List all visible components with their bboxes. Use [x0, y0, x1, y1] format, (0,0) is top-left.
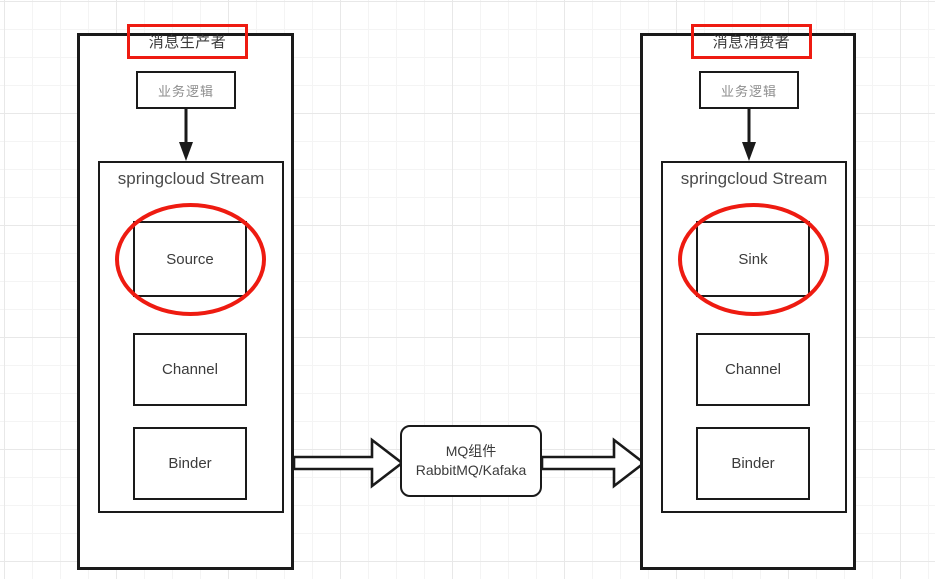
consumer-business-logic-label: 业务逻辑 [720, 83, 777, 99]
mq-line-1: MQ组件 [445, 443, 497, 460]
producer-title-highlight: 消息生产者 [127, 24, 248, 59]
producer-source-box: Source [133, 221, 247, 297]
consumer-sink-label: Sink [738, 250, 768, 268]
flow-arrow-mq-to-consumer [542, 437, 647, 489]
consumer-channel-label: Channel [725, 361, 781, 378]
producer-source-label: Source [166, 250, 214, 268]
consumer-binder-label: Binder [731, 455, 775, 472]
producer-business-logic-label: 业务逻辑 [157, 83, 214, 99]
producer-binder-label: Binder [168, 455, 212, 472]
producer-channel-box: Channel [133, 333, 247, 406]
consumer-title-text: 消息消费者 [712, 34, 791, 51]
flow-arrow-producer-to-mq [294, 437, 404, 489]
producer-business-logic-box: 业务逻辑 [136, 71, 236, 109]
producer-title-text: 消息生产者 [148, 34, 227, 51]
producer-channel-label: Channel [162, 361, 218, 378]
producer-stream-label: springcloud Stream [117, 169, 265, 188]
producer-binder-box: Binder [133, 427, 247, 500]
consumer-channel-box: Channel [696, 333, 810, 406]
consumer-stream-label: springcloud Stream [680, 169, 828, 188]
consumer-down-arrow [742, 109, 756, 161]
mq-middleware-box: MQ组件 RabbitMQ/Kafaka [400, 425, 542, 497]
consumer-title-highlight: 消息消费者 [691, 24, 812, 59]
consumer-sink-box: Sink [696, 221, 810, 297]
producer-down-arrow [179, 109, 193, 161]
consumer-business-logic-box: 业务逻辑 [699, 71, 799, 109]
consumer-binder-box: Binder [696, 427, 810, 500]
diagram-canvas: 消息生产者 业务逻辑 springcloud Stream Source Cha… [0, 0, 935, 579]
mq-line-2: RabbitMQ/Kafaka [415, 462, 527, 478]
